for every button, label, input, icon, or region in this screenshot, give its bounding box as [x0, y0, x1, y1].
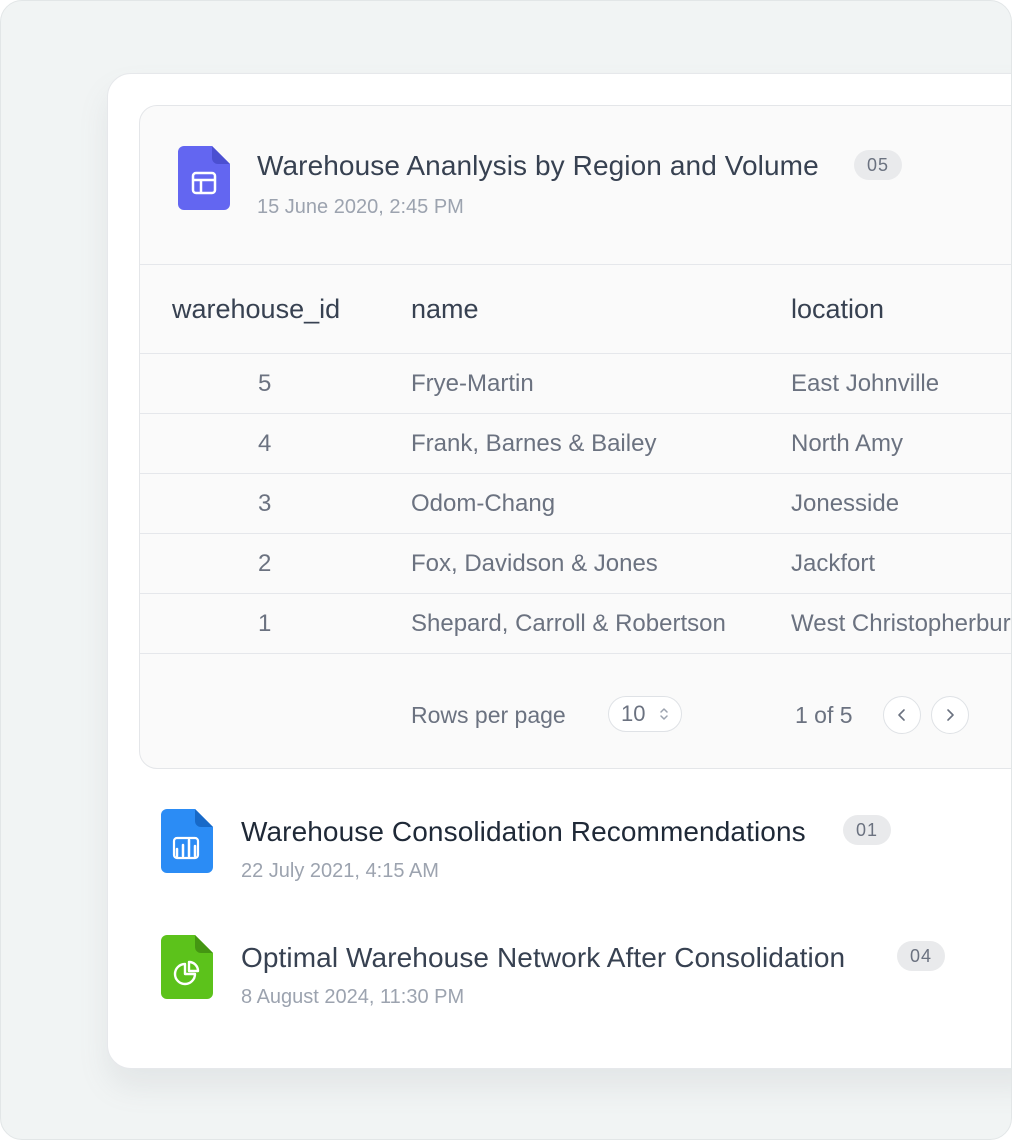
table-row[interactable]: 3 Odom-Chang Jonesside [140, 474, 1011, 534]
table-pagination: Rows per page 10 1 of 5 [140, 663, 1011, 767]
cell-name: Shepard, Carroll & Robertson [411, 610, 726, 637]
report-title: Warehouse Ananlysis by Region and Volume [257, 150, 819, 181]
bar-chart-file-icon [161, 809, 213, 873]
table-header: warehouse_id name location [140, 265, 1011, 354]
table-row[interactable]: 1 Shepard, Carroll & Robertson West Chri… [140, 594, 1012, 654]
report-title: Optimal Warehouse Network After Consolid… [241, 942, 846, 973]
cell-location: North Amy [791, 430, 904, 457]
page-info: 1 of 5 [795, 702, 853, 728]
rows-per-page-value: 10 [621, 701, 646, 726]
count-badge: 04 [897, 941, 946, 971]
report-date: 15 June 2020, 2:45 PM [257, 196, 464, 218]
cell-name: Frank, Barnes & Bailey [411, 430, 657, 457]
report-date: 22 July 2021, 4:15 AM [241, 860, 439, 882]
cell-location: West Christopherburg [791, 610, 1012, 637]
cell-warehouse-id: 3 [258, 490, 272, 517]
chevron-left-icon [898, 709, 905, 721]
pie-chart-file-icon [161, 935, 213, 999]
count-badge: 05 [854, 150, 903, 180]
cell-location: Jonesside [791, 490, 900, 517]
chevron-right-icon [947, 709, 954, 721]
cell-warehouse-id: 2 [258, 550, 272, 577]
count-badge: 01 [843, 815, 892, 845]
cell-warehouse-id: 4 [258, 430, 272, 457]
cell-location: East Johnville [791, 370, 940, 397]
column-header-location[interactable]: location [791, 265, 884, 353]
rows-per-page-select[interactable]: 10 [608, 696, 682, 732]
cell-name: Odom-Chang [411, 490, 556, 517]
column-header-name[interactable]: name [411, 265, 479, 353]
cell-name: Fox, Davidson & Jones [411, 550, 658, 577]
cell-name: Frye-Martin [411, 370, 534, 397]
chevron-up-down-icon [660, 708, 668, 720]
cell-location: Jackfort [791, 550, 876, 577]
table-file-icon [178, 146, 230, 210]
table-row[interactable]: 5 Frye-Martin East Johnville [140, 354, 1011, 414]
report-date: 8 August 2024, 11:30 PM [241, 986, 465, 1008]
column-header-warehouse-id[interactable]: warehouse_id [172, 265, 340, 353]
app-frame: Warehouse Ananlysis by Region and Volume… [0, 0, 1012, 1140]
report-title: Warehouse Consolidation Recommendations [241, 816, 806, 847]
next-page-button[interactable] [931, 696, 969, 734]
table-row[interactable]: 4 Frank, Barnes & Bailey North Amy [140, 414, 1011, 474]
table-row[interactable]: 2 Fox, Davidson & Jones Jackfort [140, 534, 1011, 594]
cell-warehouse-id: 5 [258, 370, 272, 397]
cell-warehouse-id: 1 [258, 610, 272, 637]
reports-panel: Warehouse Ananlysis by Region and Volume… [107, 73, 1012, 1069]
rows-per-page-label: Rows per page [411, 702, 566, 728]
report-card-expanded: Warehouse Ananlysis by Region and Volume… [139, 105, 1012, 769]
previous-page-button[interactable] [883, 696, 921, 734]
report-card-header[interactable]: Warehouse Ananlysis by Region and Volume… [140, 106, 1011, 265]
